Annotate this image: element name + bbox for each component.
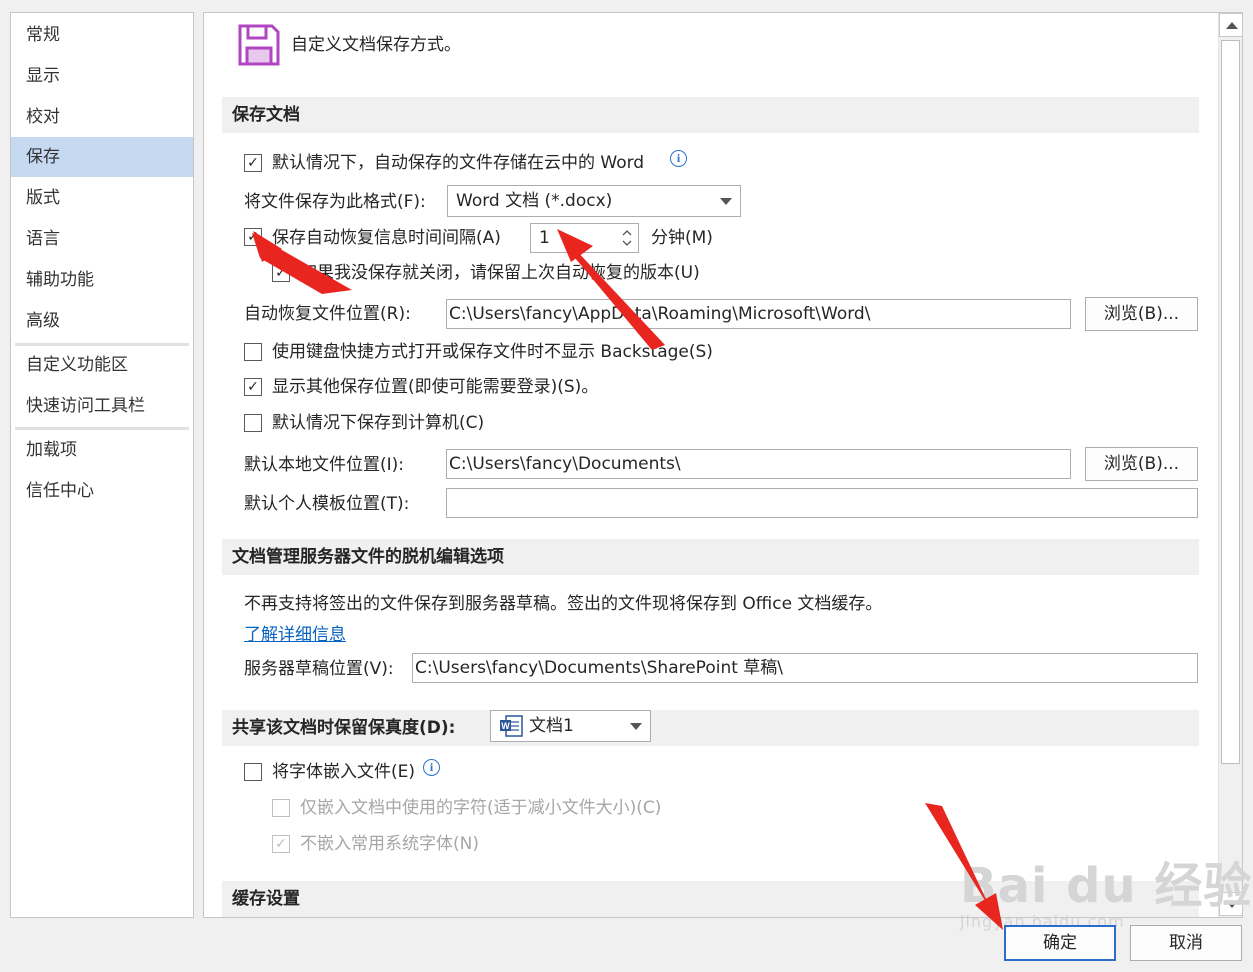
vertical-scrollbar[interactable] bbox=[1218, 13, 1242, 917]
arrow-up-icon bbox=[1226, 22, 1238, 29]
nav-item-save[interactable]: 保存 bbox=[11, 137, 193, 177]
nav-item-customize-ribbon[interactable]: 自定义功能区 bbox=[11, 345, 193, 385]
embed-used-chars-label: 仅嵌入文档中使用的字符(适于减小文件大小)(C) bbox=[300, 798, 662, 818]
ok-button[interactable]: 确定 bbox=[1004, 925, 1116, 961]
template-location-input[interactable] bbox=[446, 488, 1198, 518]
embed-used-chars-checkbox[interactable] bbox=[272, 799, 290, 817]
autorecover-checkbox[interactable]: ✓ bbox=[244, 228, 262, 246]
fidelity-document-dropdown[interactable]: W 文档1 bbox=[490, 710, 651, 742]
nav-item-advanced[interactable]: 高级 bbox=[11, 301, 193, 341]
show-other-locations-checkbox[interactable]: ✓ bbox=[244, 378, 262, 396]
show-other-locations-label: 显示其他保存位置(即使可能需要登录)(S)。 bbox=[272, 377, 599, 397]
save-format-label: 将文件保存为此格式(F): bbox=[244, 192, 426, 212]
page-title: 自定义文档保存方式。 bbox=[291, 35, 461, 55]
fidelity-heading-label: 共享该文档时保留保真度(D): bbox=[232, 718, 456, 738]
autorecover-interval-value: 1 bbox=[539, 228, 550, 248]
options-nav: 常规 显示 校对 保存 版式 语言 辅助功能 高级 自定义功能区 快速访问工具栏… bbox=[10, 12, 194, 918]
nav-item-display[interactable]: 显示 bbox=[11, 56, 193, 96]
baidu-watermark: Bai du 经验 jingyan.baidu.com bbox=[960, 860, 1252, 931]
no-common-fonts-checkbox[interactable]: ✓ bbox=[272, 835, 290, 853]
chevron-down-icon bbox=[720, 198, 732, 205]
section-heading-offline-editing: 文档管理服务器文件的脱机编辑选项 bbox=[222, 539, 1199, 575]
interval-unit-label: 分钟(M) bbox=[651, 228, 713, 248]
keep-last-version-checkbox[interactable]: ✓ bbox=[272, 264, 290, 282]
nav-item-accessibility[interactable]: 辅助功能 bbox=[11, 260, 193, 300]
save-format-dropdown[interactable]: Word 文档 (*.docx) bbox=[447, 185, 741, 217]
no-backstage-checkbox[interactable] bbox=[244, 343, 262, 361]
autosave-cloud-label: 默认情况下，自动保存的文件存储在云中的 Word bbox=[272, 153, 645, 173]
save-to-computer-checkbox[interactable] bbox=[244, 414, 262, 432]
local-location-label: 默认本地文件位置(I): bbox=[244, 455, 405, 475]
save-format-value: Word 文档 (*.docx) bbox=[456, 191, 613, 211]
autosave-cloud-checkbox[interactable]: ✓ bbox=[244, 154, 262, 172]
scroll-up-button[interactable] bbox=[1219, 13, 1242, 37]
nav-item-trust-center[interactable]: 信任中心 bbox=[11, 471, 193, 511]
no-common-fonts-label: 不嵌入常用系统字体(N) bbox=[300, 834, 479, 854]
save-options-panel: 自定义文档保存方式。 保存文档 ✓ 默认情况下，自动保存的文件存储在云中的 Wo… bbox=[203, 12, 1243, 918]
chevron-down-icon bbox=[630, 723, 642, 730]
svg-text:W: W bbox=[501, 721, 510, 731]
nav-item-proofing[interactable]: 校对 bbox=[11, 97, 193, 137]
browse-autorecover-button[interactable]: 浏览(B)... bbox=[1085, 297, 1198, 331]
no-backstage-label: 使用键盘快捷方式打开或保存文件时不显示 Backstage(S) bbox=[272, 342, 713, 362]
spinner-arrows-icon[interactable] bbox=[622, 228, 632, 248]
server-drafts-label: 服务器草稿位置(V): bbox=[244, 659, 394, 679]
embed-fonts-label: 将字体嵌入文件(E) bbox=[272, 762, 416, 782]
autorecover-location-input[interactable]: C:\Users\fancy\AppData\Roaming\Microsoft… bbox=[446, 299, 1071, 329]
autorecover-location-label: 自动恢复文件位置(R): bbox=[244, 304, 411, 324]
save-to-computer-label: 默认情况下保存到计算机(C) bbox=[272, 413, 485, 433]
nav-item-layout[interactable]: 版式 bbox=[11, 178, 193, 218]
autorecover-interval-spinner[interactable]: 1 bbox=[530, 223, 639, 253]
server-drafts-input[interactable]: C:\Users\fancy\Documents\SharePoint 草稿\ bbox=[412, 653, 1198, 683]
browse-local-button[interactable]: 浏览(B)... bbox=[1085, 447, 1198, 481]
cancel-button[interactable]: 取消 bbox=[1130, 925, 1242, 961]
nav-item-language[interactable]: 语言 bbox=[11, 219, 193, 259]
info-icon[interactable]: i bbox=[423, 759, 440, 776]
save-floppy-icon bbox=[238, 24, 280, 66]
nav-item-quick-access-toolbar[interactable]: 快速访问工具栏 bbox=[11, 386, 193, 426]
fidelity-document-value: 文档1 bbox=[529, 716, 574, 736]
info-icon[interactable]: i bbox=[670, 150, 687, 167]
offline-note: 不再支持将签出的文件保存到服务器草稿。签出的文件现将保存到 Office 文档缓… bbox=[244, 594, 883, 614]
word-document-icon: W bbox=[500, 715, 523, 737]
local-location-input[interactable]: C:\Users\fancy\Documents\ bbox=[446, 449, 1071, 479]
autorecover-label: 保存自动恢复信息时间间隔(A) bbox=[272, 228, 501, 248]
nav-item-general[interactable]: 常规 bbox=[11, 15, 193, 55]
template-location-label: 默认个人模板位置(T): bbox=[244, 494, 410, 514]
section-heading-save-documents: 保存文档 bbox=[222, 97, 1199, 133]
watermark-brand: Bai du 经验 bbox=[960, 858, 1253, 914]
keep-last-version-label: 如果我没保存就关闭，请保留上次自动恢复的版本(U) bbox=[300, 263, 700, 283]
embed-fonts-checkbox[interactable] bbox=[244, 763, 262, 781]
scrollbar-thumb[interactable] bbox=[1221, 40, 1240, 764]
nav-item-addins[interactable]: 加载项 bbox=[11, 430, 193, 470]
section-heading-fidelity: 共享该文档时保留保真度(D): bbox=[222, 710, 1199, 746]
learn-more-link[interactable]: 了解详细信息 bbox=[244, 623, 346, 647]
